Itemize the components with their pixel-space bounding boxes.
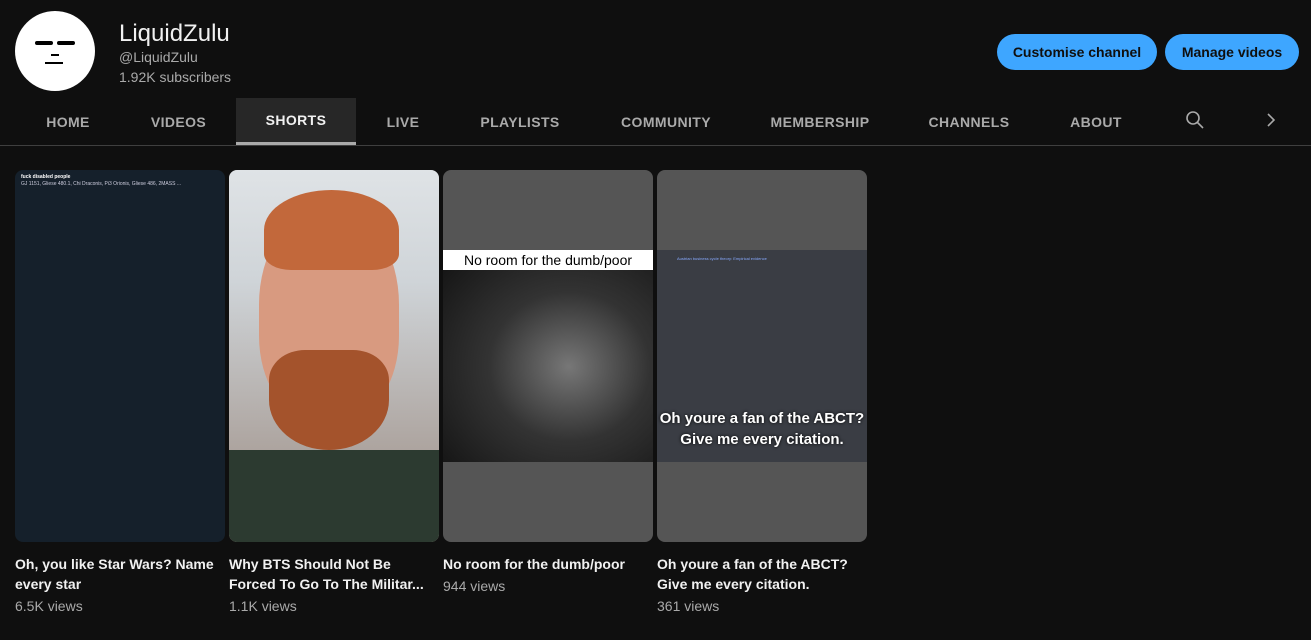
search-icon[interactable] xyxy=(1185,110,1205,136)
short-card[interactable]: Austrian business cycle theory: Empirica… xyxy=(657,170,867,614)
tweet-text: GJ 1151, Gliese 480.1, Chi Draconis, Pi3… xyxy=(21,181,181,187)
meme-image xyxy=(443,250,653,462)
short-views: 6.5K views xyxy=(15,598,83,614)
short-views: 1.1K views xyxy=(229,598,297,614)
tab-videos[interactable]: VIDEOS xyxy=(121,98,236,145)
short-title[interactable]: No room for the dumb/poor xyxy=(443,554,653,574)
tab-live[interactable]: LIVE xyxy=(356,98,450,145)
tab-shorts[interactable]: SHORTS xyxy=(236,98,356,145)
channel-handle: @LiquidZulu xyxy=(119,49,198,65)
channel-tabs: HOME VIDEOS SHORTS LIVE PLAYLISTS COMMUN… xyxy=(0,98,1311,146)
chevron-right-icon[interactable] xyxy=(1263,110,1279,136)
short-thumbnail[interactable]: Austrian business cycle theory: Empirica… xyxy=(657,170,867,542)
tweet-author: fuck disabled people xyxy=(21,174,71,180)
short-title[interactable]: Oh youre a fan of the ABCT? Give me ever… xyxy=(657,554,867,594)
short-views: 944 views xyxy=(443,578,506,594)
tab-channels[interactable]: CHANNELS xyxy=(898,98,1040,145)
tab-home[interactable]: HOME xyxy=(15,98,121,145)
short-thumbnail[interactable]: No room for the dumb/poor xyxy=(443,170,653,542)
channel-name: LiquidZulu xyxy=(119,20,230,47)
customise-channel-button[interactable]: Customise channel xyxy=(997,34,1157,70)
short-title[interactable]: Oh, you like Star Wars? Name every star xyxy=(15,554,225,594)
manage-videos-button[interactable]: Manage videos xyxy=(1165,34,1299,70)
short-card[interactable]: No room for the dumb/poor No room for th… xyxy=(443,170,653,594)
channel-avatar xyxy=(15,11,95,91)
tab-membership[interactable]: MEMBERSHIP xyxy=(742,98,898,145)
thumbnail-caption: Oh youre a fan of the ABCT? Give me ever… xyxy=(659,410,865,448)
doc-text: Austrian business cycle theory: Empirica… xyxy=(677,256,767,261)
person-image xyxy=(229,170,439,542)
short-card[interactable]: fuck disabled people GJ 1151, Gliese 480.… xyxy=(15,170,225,614)
short-views: 361 views xyxy=(657,598,720,614)
short-thumbnail[interactable] xyxy=(229,170,439,542)
thumbnail-caption: No room for the dumb/poor xyxy=(443,250,653,270)
tweet-screenshot: fuck disabled people GJ 1151, Gliese 480.… xyxy=(15,170,225,542)
short-thumbnail[interactable]: fuck disabled people GJ 1151, Gliese 480.… xyxy=(15,170,225,542)
tab-playlists[interactable]: PLAYLISTS xyxy=(450,98,590,145)
short-title[interactable]: Why BTS Should Not Be Forced To Go To Th… xyxy=(229,554,439,594)
subscriber-count: 1.92K subscribers xyxy=(119,69,232,85)
tab-about[interactable]: ABOUT xyxy=(1040,98,1152,145)
tab-community[interactable]: COMMUNITY xyxy=(590,98,742,145)
short-card[interactable]: Why BTS Should Not Be Forced To Go To Th… xyxy=(229,170,439,614)
